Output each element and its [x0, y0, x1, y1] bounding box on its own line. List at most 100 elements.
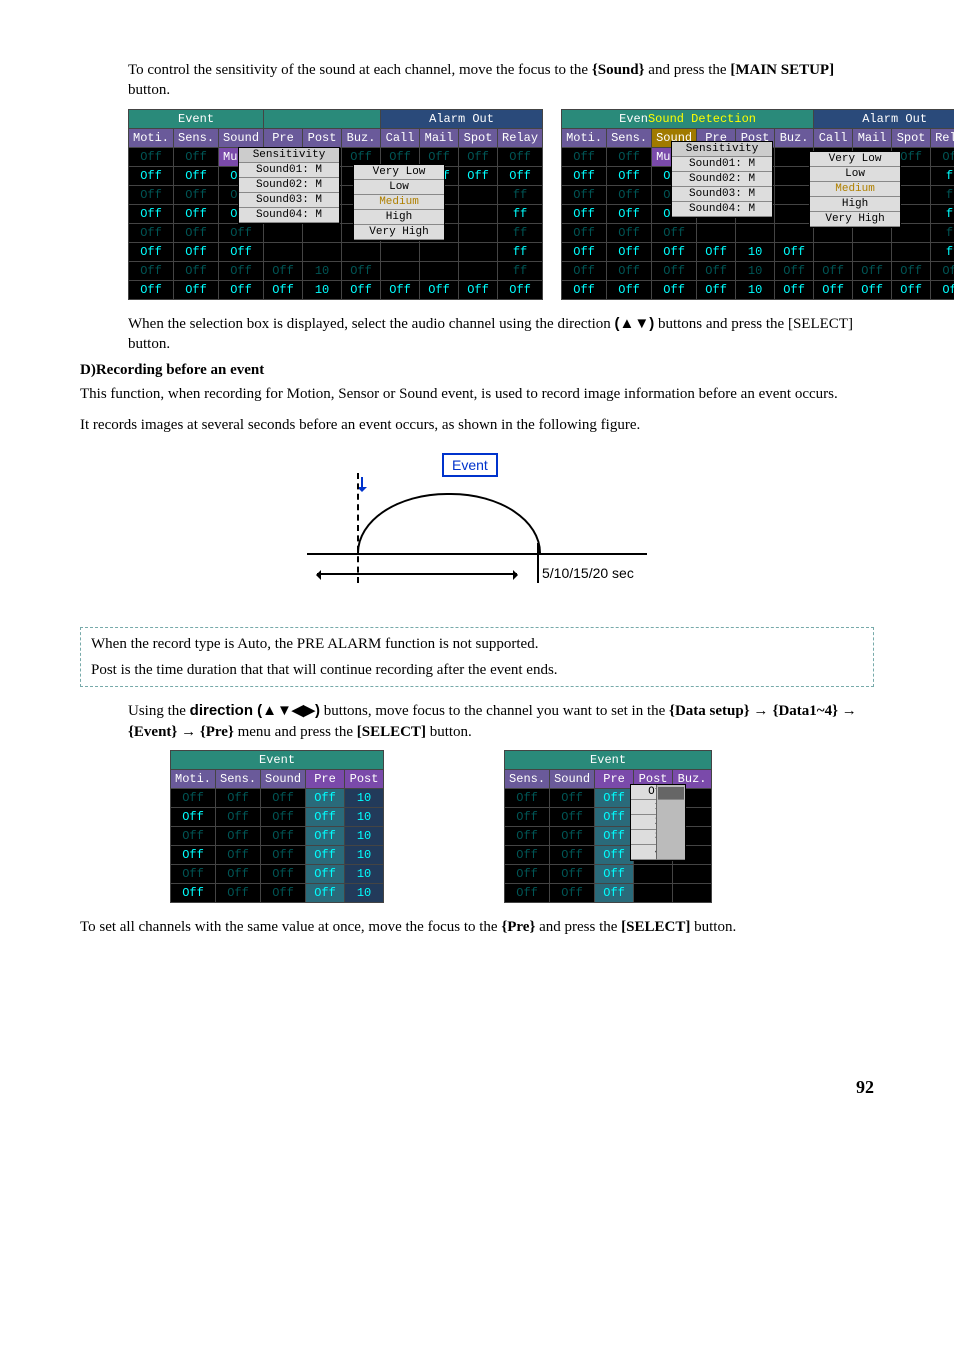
list-item[interactable]: Very Low — [810, 152, 900, 167]
table-cell: Off — [219, 280, 264, 299]
table-cell: Off — [498, 166, 543, 185]
column-header: Pre — [595, 769, 634, 788]
note-box: When the record type is Auto, the PRE AL… — [80, 627, 874, 688]
column-header: Sens. — [174, 128, 219, 147]
sensitivity-popup[interactable]: Sensitivity Sound01: M Sound02: M Sound0… — [671, 141, 773, 218]
column-header: Call — [814, 128, 853, 147]
table-cell: Off — [129, 185, 174, 204]
list-item[interactable]: Sound04: M — [672, 202, 772, 217]
list-item[interactable]: Sound01: M — [672, 157, 772, 172]
table-cell: Off — [306, 883, 345, 902]
list-item[interactable]: Very High — [354, 225, 444, 240]
pre-value-popup[interactable]: Off 1 2 3 4 — [630, 784, 686, 861]
list-item[interactable]: Very High — [810, 212, 900, 227]
table-cell: Off — [595, 845, 634, 864]
section-d-p1: This function, when recording for Motion… — [80, 384, 874, 404]
table-cell: 10 — [736, 242, 775, 261]
event-label: Event — [442, 453, 498, 477]
event-header: Event — [129, 109, 264, 128]
table-cell: Off — [853, 280, 892, 299]
column-header: Moti. — [171, 769, 216, 788]
table-cell — [381, 261, 420, 280]
table-cell: Off — [550, 845, 595, 864]
table-cell: Off — [219, 223, 264, 242]
list-item[interactable]: Medium — [810, 182, 900, 197]
intro-paragraph: To control the sensitivity of the sound … — [128, 60, 874, 101]
table-cell — [775, 185, 814, 204]
table-cell: Off — [697, 242, 736, 261]
table-cell — [673, 864, 712, 883]
list-item[interactable]: Sound03: M — [239, 193, 339, 208]
table-cell: Off — [550, 807, 595, 826]
column-header: Pre — [264, 128, 303, 147]
table-cell: Off — [216, 883, 261, 902]
column-header: Pre — [306, 769, 345, 788]
table-cell: 10 — [303, 280, 342, 299]
table-cell: Off — [607, 280, 652, 299]
table-cell: Off — [216, 826, 261, 845]
table-cell — [420, 242, 459, 261]
table-cell: Off — [306, 845, 345, 864]
table-cell: Off — [306, 788, 345, 807]
note-line-1: When the record type is Auto, the PRE AL… — [91, 634, 863, 654]
table-cell: Off — [306, 864, 345, 883]
sensitivity-popup[interactable]: Sensitivity Sound01: M Sound02: M Sound0… — [238, 147, 340, 224]
table-cell: 10 — [345, 864, 384, 883]
list-item[interactable]: Sound03: M — [672, 187, 772, 202]
table-cell: Off — [505, 826, 550, 845]
table-cell — [736, 223, 775, 242]
table-cell: Off — [129, 280, 174, 299]
list-item[interactable]: Sound02: M — [239, 178, 339, 193]
table-cell: Off — [562, 280, 607, 299]
list-item[interactable]: Very Low — [354, 165, 444, 180]
table-cell — [264, 242, 303, 261]
event-header: Event — [171, 750, 384, 769]
column-header: Spot — [459, 128, 498, 147]
column-header: Moti. — [129, 128, 174, 147]
column-header: Mail — [420, 128, 459, 147]
table-cell: Off — [892, 261, 931, 280]
list-item[interactable]: Low — [354, 180, 444, 195]
list-item[interactable]: Sound04: M — [239, 208, 339, 223]
list-item[interactable]: Sound01: M — [239, 163, 339, 178]
table-cell: 10 — [736, 261, 775, 280]
table-cell: Off — [171, 883, 216, 902]
scrollbar-thumb[interactable] — [658, 787, 684, 800]
table-cell — [814, 242, 853, 261]
table-cell: Off — [129, 204, 174, 223]
table-cell — [459, 242, 498, 261]
table-cell: Off — [595, 864, 634, 883]
table-cell: Off — [264, 280, 303, 299]
direction-paragraph: Using the direction (▲▼◀▶) buttons, move… — [128, 701, 874, 742]
page-number: 92 — [80, 1077, 874, 1098]
table-cell: Off — [219, 242, 264, 261]
table-cell: ff — [931, 166, 954, 185]
table-cell: Off — [505, 788, 550, 807]
table-cell: Off — [306, 826, 345, 845]
table-cell — [697, 223, 736, 242]
table-cell: Off — [505, 883, 550, 902]
list-item[interactable]: High — [354, 210, 444, 225]
table-cell: Off — [342, 280, 381, 299]
list-item[interactable]: High — [810, 197, 900, 212]
table-cell: Off — [607, 261, 652, 280]
table-cell: 10 — [345, 826, 384, 845]
table-cell: Off — [697, 261, 736, 280]
section-d-p2: It records images at several seconds bef… — [80, 415, 874, 435]
scrollbar[interactable] — [656, 785, 685, 860]
table-cell: Off — [853, 261, 892, 280]
table-cell: Off — [342, 261, 381, 280]
level-popup[interactable]: Very Low Low Medium High Very High — [809, 151, 901, 228]
level-popup[interactable]: Very Low Low Medium High Very High — [353, 164, 445, 241]
column-header: Sound — [550, 769, 595, 788]
table-cell: Off — [174, 204, 219, 223]
table-cell: Off — [129, 261, 174, 280]
table-cell: Off — [261, 807, 306, 826]
list-item[interactable]: Sound02: M — [672, 172, 772, 187]
table-cell: Off — [171, 845, 216, 864]
table-cell: Off — [697, 280, 736, 299]
column-header: Post — [345, 769, 384, 788]
list-item[interactable]: Low — [810, 167, 900, 182]
list-item[interactable]: Medium — [354, 195, 444, 210]
table-cell: Off — [129, 223, 174, 242]
